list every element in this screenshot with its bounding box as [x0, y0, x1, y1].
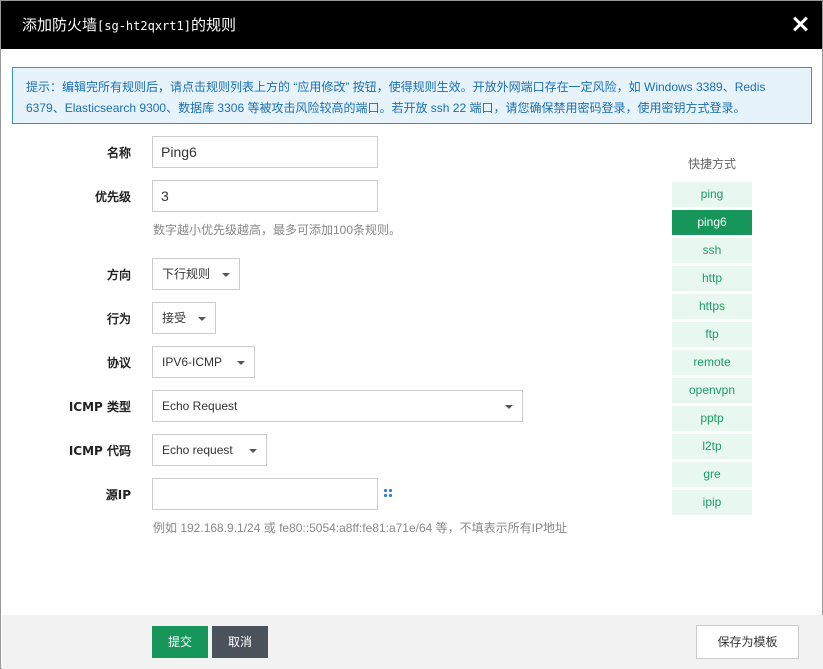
- action-select[interactable]: 接受: [152, 302, 216, 334]
- icmp-type-label: ICMP 类型: [68, 400, 131, 414]
- shortcuts-title: 快捷方式: [687, 157, 736, 171]
- chevron-down-icon: [237, 361, 245, 365]
- direction-label: 方向: [106, 268, 131, 282]
- shortcut-pptp[interactable]: pptp: [672, 406, 752, 431]
- action-label: 行为: [106, 312, 131, 326]
- priority-input[interactable]: 3: [152, 180, 378, 212]
- shortcut-https[interactable]: https: [672, 294, 752, 319]
- submit-button[interactable]: 提交: [152, 626, 208, 658]
- title-security-group-id: [sg-ht2qxrt1]: [97, 19, 191, 33]
- title-prefix: 添加防火墙: [22, 16, 98, 34]
- shortcut-ftp[interactable]: ftp: [672, 322, 752, 347]
- ip-picker-grid-icon[interactable]: [384, 489, 392, 497]
- notice-box: 提示：编辑完所有规则后，请点击规则列表上方的 “应用修改” 按钮，使得规则生效。…: [12, 67, 812, 124]
- protocol-select[interactable]: IPV6-ICMP: [152, 346, 255, 378]
- icmp-code-label: ICMP 代码: [68, 444, 131, 458]
- shortcut-ipip[interactable]: ipip: [672, 490, 752, 515]
- action-value: 接受: [162, 311, 187, 325]
- chevron-down-icon: [198, 317, 206, 321]
- shortcut-openvpn[interactable]: openvpn: [672, 378, 752, 403]
- icmp-code-value: Echo request: [162, 443, 233, 457]
- chevron-down-icon: [222, 273, 230, 277]
- save-as-template-button[interactable]: 保存为模板: [696, 625, 799, 659]
- name-label: 名称: [106, 146, 131, 160]
- icmp-code-select[interactable]: Echo request: [152, 434, 267, 466]
- shortcut-http[interactable]: http: [672, 266, 752, 291]
- shortcut-ssh[interactable]: ssh: [672, 238, 752, 263]
- shortcut-ping6[interactable]: ping6: [672, 210, 752, 235]
- notice-line-1: 提示：编辑完所有规则后，请点击规则列表上方的 “应用修改” 按钮，使得规则生效。…: [26, 80, 766, 94]
- notice-line-2: 6379、Elasticsearch 9300、数据库 3306 等被攻击风险较…: [26, 101, 746, 115]
- dialog-footer: 提交 取消 保存为模板: [2, 615, 823, 669]
- cancel-button[interactable]: 取消: [212, 626, 268, 658]
- chevron-down-icon: [249, 449, 257, 453]
- close-icon[interactable]: [792, 16, 808, 32]
- dialog-title: 添加防火墙[sg-ht2qxrt1]的规则: [22, 15, 236, 36]
- protocol-label: 协议: [106, 356, 131, 370]
- shortcut-l2tp[interactable]: l2tp: [672, 434, 752, 459]
- priority-hint: 数字越小优先级越高，最多可添加100条规则。: [153, 223, 402, 237]
- chevron-down-icon: [505, 405, 513, 409]
- direction-select[interactable]: 下行规则: [152, 258, 240, 290]
- name-input[interactable]: Ping6: [152, 136, 378, 168]
- dialog-header: 添加防火墙[sg-ht2qxrt1]的规则: [1, 1, 822, 49]
- shortcut-ping[interactable]: ping: [672, 182, 752, 207]
- source-ip-label: 源IP: [105, 488, 131, 502]
- source-ip-input[interactable]: [152, 478, 378, 510]
- protocol-value: IPV6-ICMP: [162, 355, 223, 369]
- direction-value: 下行规则: [162, 267, 211, 281]
- title-suffix: 的规则: [190, 16, 236, 34]
- shortcut-remote[interactable]: remote: [672, 350, 752, 375]
- firewall-rule-dialog: 添加防火墙[sg-ht2qxrt1]的规则 提示：编辑完所有规则后，请点击规则列…: [0, 0, 823, 669]
- priority-label: 优先级: [94, 190, 131, 204]
- source-ip-hint: 例如 192.168.9.1/24 或 fe80::5054:a8ff:fe81…: [153, 521, 568, 535]
- icmp-type-value: Echo Request: [162, 399, 238, 413]
- shortcut-gre[interactable]: gre: [672, 462, 752, 487]
- icmp-type-select[interactable]: Echo Request: [152, 390, 523, 422]
